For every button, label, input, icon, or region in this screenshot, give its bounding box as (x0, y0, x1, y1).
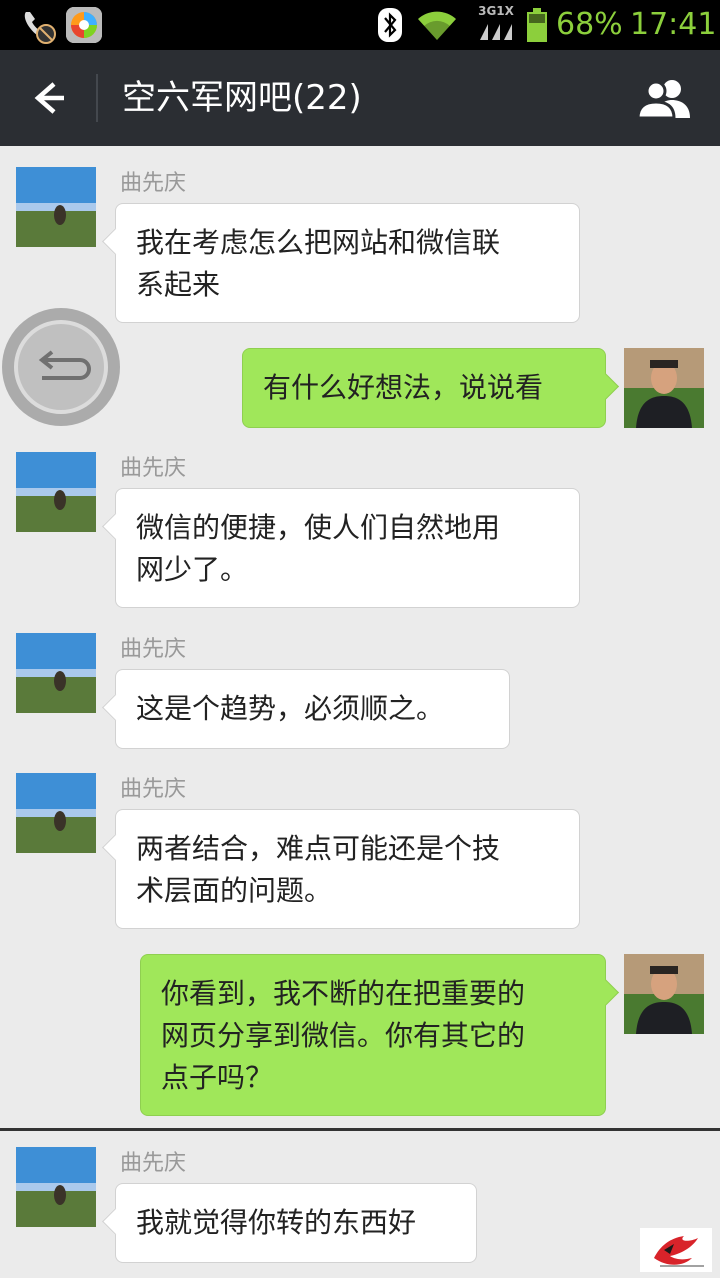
self-avatar[interactable] (624, 954, 704, 1034)
header-divider (96, 74, 98, 122)
bluetooth-icon (378, 8, 402, 42)
sender-name: 曲先庆 (120, 777, 187, 802)
message-line: 这是个趋势，必须顺之。 (136, 692, 445, 725)
sender-avatar[interactable] (16, 452, 96, 532)
sender-avatar[interactable] (16, 633, 96, 713)
sender-name: 曲先庆 (120, 456, 187, 481)
message-line: 网少了。 (136, 553, 249, 586)
message-bubble-self[interactable]: 有什么好想法，说说看 (242, 348, 606, 428)
message-bubble-self[interactable]: 你看到，我不断的在把重要的 网页分享到微信。你有其它的 点子吗？ (140, 954, 606, 1116)
message-bubble[interactable]: 微信的便捷，使人们自然地用 网少了。 (115, 488, 580, 608)
message-line: 术层面的问题。 (136, 874, 333, 907)
sender-name: 曲先庆 (120, 637, 187, 662)
chat-title: 空六军网吧(22) (122, 78, 362, 118)
sender-avatar[interactable] (16, 167, 96, 247)
message-bubble[interactable]: 两者结合，难点可能还是个技 术层面的问题。 (115, 809, 580, 929)
sender-name: 曲先庆 (120, 171, 187, 196)
message-line: 点子吗？ (161, 1061, 274, 1094)
clock: 17:41 (630, 7, 717, 42)
back-arrow-icon[interactable] (24, 76, 72, 120)
message-bubble[interactable]: 我就觉得你转的东西好 (115, 1183, 477, 1263)
app-store-icon (66, 7, 102, 43)
battery-icon (527, 8, 547, 42)
message-line: 我就觉得你转的东西好 (136, 1206, 417, 1239)
message-line: 有什么好想法，说说看 (263, 371, 544, 404)
message-line: 我在考虑怎么把网站和微信联 (136, 226, 501, 259)
chat-header: 空六军网吧(22) (0, 50, 720, 146)
watermark-logo (640, 1228, 712, 1272)
return-arrow-icon (38, 350, 91, 380)
sender-avatar[interactable] (16, 773, 96, 853)
message-bubble[interactable]: 这是个趋势，必须顺之。 (115, 669, 510, 749)
network-label: 3G1X (478, 4, 514, 18)
battery-percentage: 68% (556, 7, 623, 42)
wifi-icon (418, 11, 456, 40)
message-line: 微信的便捷，使人们自然地用 (136, 511, 501, 544)
status-bar: 3G1X 68% 17:41 (0, 0, 720, 50)
group-members-icon[interactable] (634, 76, 694, 120)
sender-name: 曲先庆 (120, 1151, 187, 1176)
floating-back-button[interactable] (2, 308, 120, 426)
message-line: 网页分享到微信。你有其它的 (161, 1019, 526, 1052)
screenshot-divider (0, 1128, 720, 1131)
network-icon: 3G1X (474, 4, 518, 44)
message-bubble[interactable]: 我在考虑怎么把网站和微信联 系起来 (115, 203, 580, 323)
sender-avatar[interactable] (16, 1147, 96, 1227)
floating-back-ring (14, 320, 108, 414)
self-avatar[interactable] (624, 348, 704, 428)
missed-call-icon (24, 12, 56, 44)
message-line: 你看到，我不断的在把重要的 (161, 977, 526, 1010)
message-line: 系起来 (136, 268, 221, 301)
message-line: 两者结合，难点可能还是个技 (136, 832, 501, 865)
